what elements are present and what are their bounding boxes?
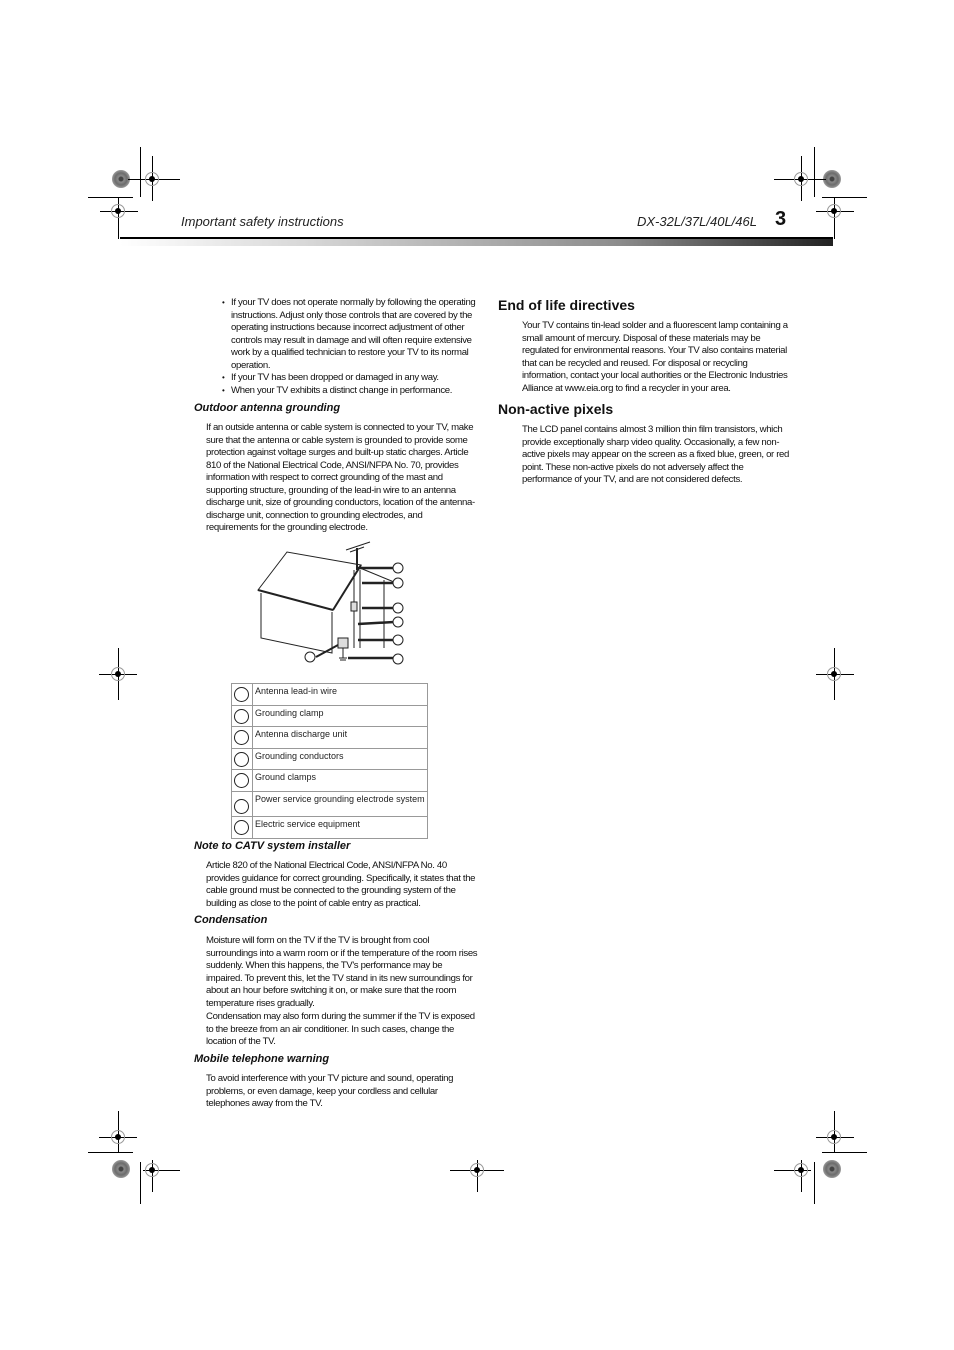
bullet-list: If your TV does not operate normally by … <box>222 297 478 397</box>
crop-line <box>140 1162 141 1204</box>
callout-circle-icon <box>234 798 249 814</box>
callout-circle-icon <box>234 773 249 788</box>
paragraph-outdoor-antenna: If an outside antenna or cable system is… <box>206 422 475 533</box>
paragraph-non-active-pixels: The LCD panel contains almost 3 million … <box>522 424 790 485</box>
legend-label: Antenna lead-in wire <box>252 683 428 706</box>
house-roof <box>257 551 362 611</box>
registration-mark-icon <box>794 172 808 186</box>
registration-mark-icon <box>111 667 125 681</box>
table-row: Power service grounding electrode system <box>231 790 428 817</box>
callout-circle <box>392 653 404 665</box>
table-row: Grounding conductors <box>231 747 428 770</box>
registration-mark-icon <box>827 667 841 681</box>
legend-label: Power service grounding electrode system <box>252 790 428 817</box>
table-row: Ground clamps <box>231 769 428 792</box>
callout-circle-icon <box>234 751 249 767</box>
color-registration-disc <box>823 1160 841 1178</box>
callout-circle-icon <box>234 708 249 724</box>
color-registration-disc <box>112 1160 130 1178</box>
legend-label: Ground clamps <box>252 769 428 792</box>
paragraph-catv: Article 820 of the National Electrical C… <box>206 860 476 909</box>
callout-circle <box>392 616 404 628</box>
crop-line <box>88 1152 133 1153</box>
heading-outdoor-antenna: Outdoor antenna grounding <box>194 402 341 414</box>
model-number: DX-32L/37L/40L/46L <box>637 214 757 229</box>
legend-label: Antenna discharge unit <box>252 726 428 749</box>
discharge-unit <box>350 601 358 612</box>
registration-mark-icon <box>827 204 841 218</box>
list-item: If your TV has been dropped or damaged i… <box>222 372 478 385</box>
service-equipment <box>337 637 349 649</box>
table-row: Electric service equipment <box>231 816 428 839</box>
table-row: Grounding clamp <box>231 704 428 727</box>
callout-circle-icon <box>234 687 249 702</box>
list-item: If your TV does not operate normally by … <box>222 297 478 372</box>
heading-end-of-life: End of life directives <box>498 297 635 313</box>
paragraph-condensation-2: Condensation may also form during the su… <box>206 1011 475 1047</box>
page-number: 3 <box>775 208 787 230</box>
callout-circle <box>392 602 404 614</box>
callout-circle <box>392 634 404 646</box>
paragraph-end-of-life: Your TV contains tin-lead solder and a f… <box>522 320 788 394</box>
table-row: Antenna lead-in wire <box>231 683 428 706</box>
crop-line <box>814 1162 815 1204</box>
section-title: Important safety instructions <box>181 214 344 229</box>
registration-mark-icon <box>111 1130 125 1144</box>
antenna-grounding-diagram <box>257 541 404 665</box>
heading-mobile-telephone: Mobile telephone warning <box>194 1053 330 1065</box>
crop-line <box>822 1152 867 1153</box>
header-rule <box>120 238 833 246</box>
callout-circle <box>304 651 316 663</box>
registration-mark-icon <box>470 1163 484 1177</box>
table-row: Antenna discharge unit <box>231 726 428 749</box>
heading-non-active-pixels: Non-active pixels <box>498 401 614 417</box>
crop-line <box>140 147 141 197</box>
legend-label: Electric service equipment <box>252 816 428 839</box>
registration-mark-icon <box>145 172 159 186</box>
callout-circle-icon <box>234 820 249 835</box>
callout-circle-icon <box>234 730 249 745</box>
crop-line <box>88 197 133 198</box>
callout-circle <box>392 577 404 589</box>
heading-catv: Note to CATV system installer <box>194 840 351 852</box>
registration-mark-icon <box>827 1130 841 1144</box>
callout-circle <box>392 562 404 574</box>
header-rule-line <box>120 237 833 239</box>
crop-line <box>814 147 815 197</box>
paragraph-mobile-telephone: To avoid interference with your TV pictu… <box>206 1073 454 1109</box>
crop-line <box>822 197 867 198</box>
registration-mark-icon <box>794 1163 808 1177</box>
heading-condensation: Condensation <box>194 914 268 926</box>
legend-label: Grounding clamp <box>252 704 428 727</box>
list-item: When your TV exhibits a distinct change … <box>222 385 478 398</box>
paragraph-condensation-1: Moisture will form on the TV if the TV i… <box>206 935 478 1009</box>
diagram-legend-table: Antenna lead-in wire Grounding clamp Ant… <box>231 683 428 839</box>
registration-mark-icon <box>111 204 125 218</box>
legend-label: Grounding conductors <box>252 747 428 770</box>
registration-mark-icon <box>145 1163 159 1177</box>
